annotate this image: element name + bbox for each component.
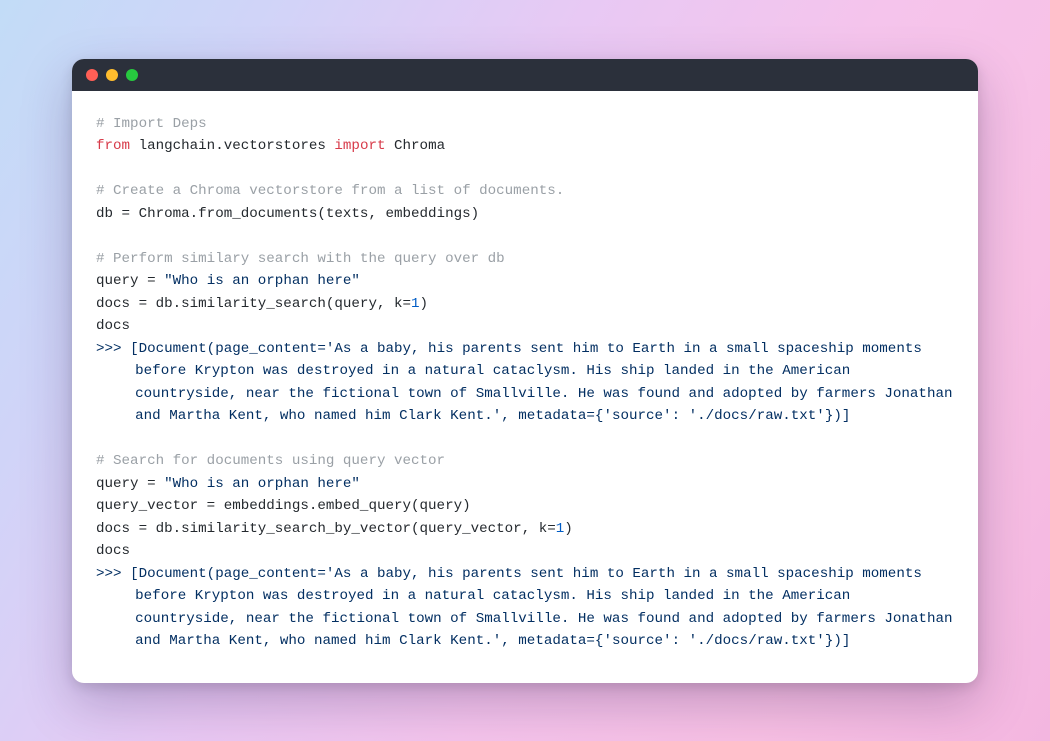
keyword-import: import: [334, 138, 385, 154]
keyword-from: from: [96, 138, 130, 154]
docs2-k: 1: [556, 521, 565, 537]
docs-var-1: docs: [96, 318, 130, 334]
out2-mid: , metadata={: [501, 633, 603, 649]
out2-pre: [Document(page_content=: [130, 566, 326, 582]
comment-vector-search: # Search for documents using query vecto…: [96, 453, 445, 469]
query2-lhs: query =: [96, 476, 164, 492]
docs2-a: docs = db.similarity_search_by_vector(qu…: [96, 521, 556, 537]
out2-mid2: :: [672, 633, 689, 649]
repl-prompt-1: >>>: [96, 341, 130, 357]
docs2-b: ): [564, 521, 573, 537]
docs1-k: 1: [411, 296, 420, 312]
qvec-line: query_vector = embeddings.embed_query(qu…: [96, 498, 471, 514]
import-chroma: Chroma: [386, 138, 446, 154]
out1-pre: [Document(page_content=: [130, 341, 326, 357]
output-block-2: >>> [Document(page_content='As a baby, h…: [96, 563, 954, 653]
query1-string: "Who is an orphan here": [164, 273, 360, 289]
comment-import: # Import Deps: [96, 116, 207, 132]
window-titlebar: [72, 59, 978, 91]
out1-meta-key: 'source': [603, 408, 671, 424]
docs-var-2: docs: [96, 543, 130, 559]
query2-string: "Who is an orphan here": [164, 476, 360, 492]
minimize-icon[interactable]: [106, 69, 118, 81]
docs1-b: ): [420, 296, 429, 312]
maximize-icon[interactable]: [126, 69, 138, 81]
repl-prompt-2: >>>: [96, 566, 130, 582]
code-block: # Import Deps from langchain.vectorstore…: [72, 91, 978, 683]
out1-mid: , metadata={: [501, 408, 603, 424]
docs1-a: docs = db.similarity_search(query, k=: [96, 296, 411, 312]
out2-suf: })]: [825, 633, 851, 649]
out1-mid2: :: [672, 408, 689, 424]
output-block-1: >>> [Document(page_content='As a baby, h…: [96, 338, 954, 428]
comment-sim-search: # Perform similary search with the query…: [96, 251, 505, 267]
comment-create: # Create a Chroma vectorstore from a lis…: [96, 183, 564, 199]
out1-suf: })]: [825, 408, 851, 424]
query1-lhs: query =: [96, 273, 164, 289]
code-window: # Import Deps from langchain.vectorstore…: [72, 59, 978, 683]
line-db: db = Chroma.from_documents(texts, embedd…: [96, 206, 479, 222]
close-icon[interactable]: [86, 69, 98, 81]
out2-meta-key: 'source': [603, 633, 671, 649]
out2-meta-val: './docs/raw.txt': [689, 633, 825, 649]
module-path: langchain.vectorstores: [130, 138, 334, 154]
out1-meta-val: './docs/raw.txt': [689, 408, 825, 424]
